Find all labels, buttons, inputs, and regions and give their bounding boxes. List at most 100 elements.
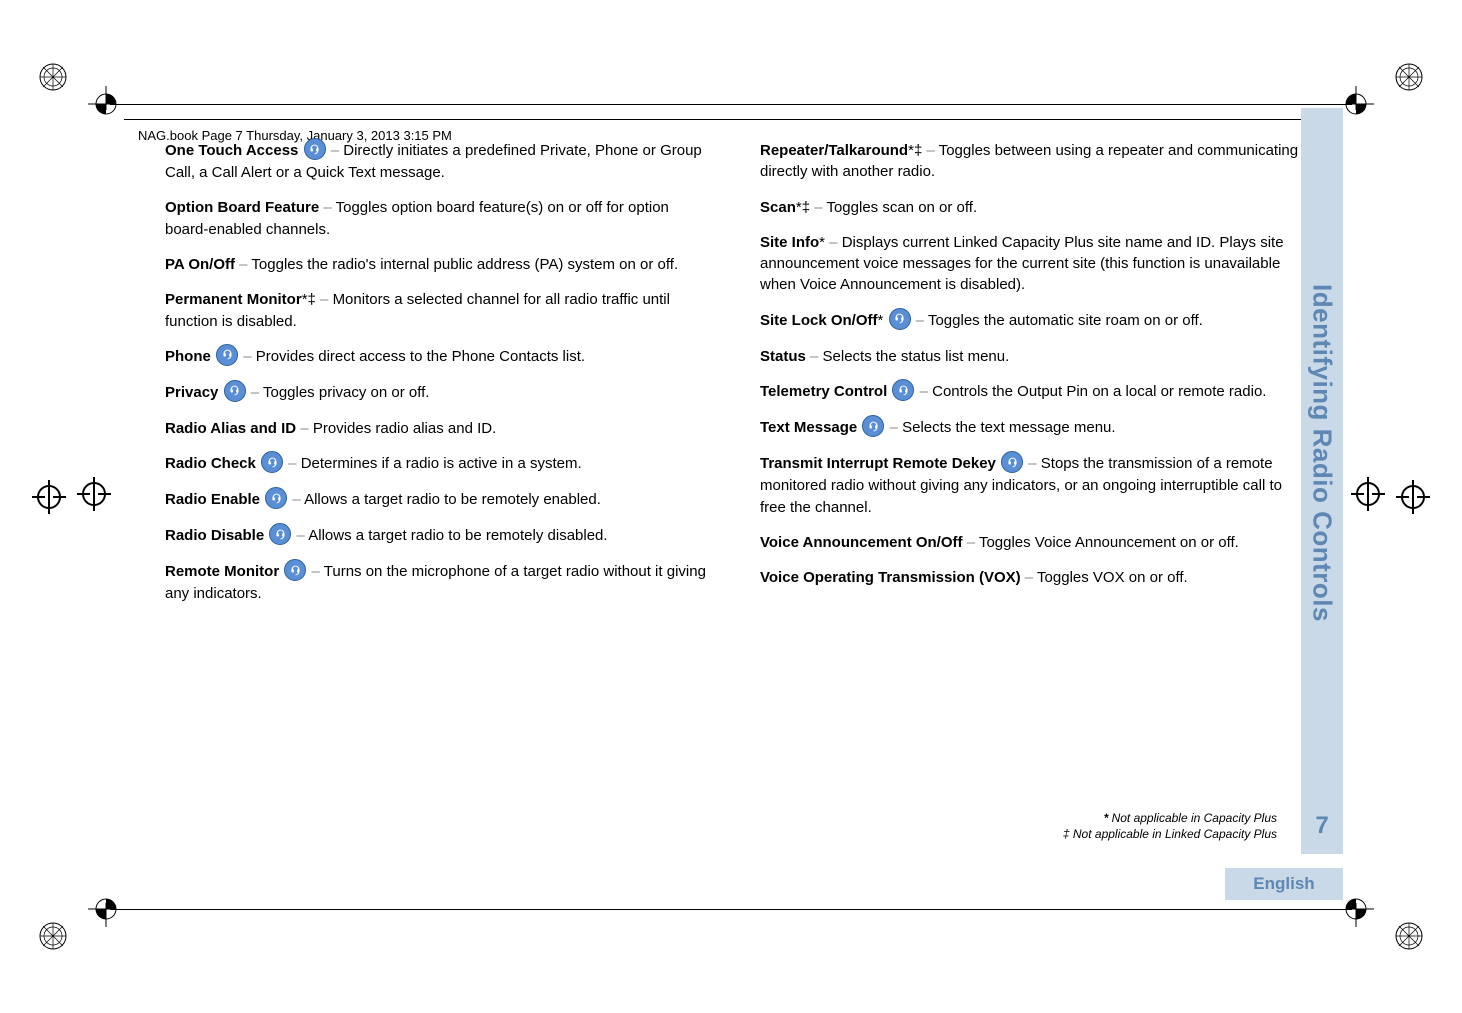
- frame-line: [110, 104, 1352, 105]
- entry-title: One Touch Access: [165, 142, 298, 159]
- right-column: Repeater/Talkaround*‡ – Toggles between …: [760, 140, 1357, 923]
- entry-dash: –: [239, 256, 247, 273]
- entry-dash: –: [243, 348, 251, 365]
- entry-title: Voice Announcement On/Off: [760, 534, 963, 551]
- entry-title: Radio Disable: [165, 527, 264, 544]
- entry-desc: Controls the Output Pin on a local or re…: [932, 383, 1266, 400]
- entry-dash: –: [320, 291, 328, 308]
- headset-icon: [862, 415, 884, 437]
- entry-dash: –: [312, 563, 320, 580]
- definition-entry: Voice Announcement On/Off – Toggles Voic…: [760, 532, 1307, 553]
- entry-title: PA On/Off: [165, 256, 235, 273]
- headset-icon: [304, 138, 326, 160]
- definition-entry: Radio Disable – Allows a target radio to…: [165, 525, 712, 547]
- definition-entry: Permanent Monitor*‡ – Monitors a selecte…: [165, 289, 712, 332]
- definition-entry: PA On/Off – Toggles the radio's internal…: [165, 254, 712, 275]
- entry-dash: –: [1025, 569, 1033, 586]
- headset-icon: [892, 379, 914, 401]
- entry-desc: Toggles Voice Announcement on or off.: [979, 534, 1239, 551]
- print-star-mark: [38, 62, 68, 92]
- definition-entry: One Touch Access – Directly initiates a …: [165, 140, 712, 183]
- entry-desc: Provides radio alias and ID.: [313, 420, 496, 437]
- footnote-star: *: [1104, 811, 1109, 825]
- entry-desc: Toggles scan on or off.: [826, 199, 977, 216]
- entry-title: Telemetry Control: [760, 383, 887, 400]
- print-star-mark: [38, 921, 68, 951]
- headset-icon: [889, 308, 911, 330]
- entry-desc: Selects the status list menu.: [823, 348, 1010, 365]
- entry-title: Permanent Monitor: [165, 291, 302, 308]
- entry-title: Option Board Feature: [165, 199, 319, 216]
- entry-dash: –: [890, 419, 898, 436]
- registration-mark: [1396, 480, 1430, 514]
- entry-dash: –: [331, 142, 339, 159]
- entry-desc: Toggles the automatic site roam on or of…: [928, 312, 1203, 329]
- definition-entry: Option Board Feature – Toggles option bo…: [165, 197, 712, 240]
- definition-entry: Site Info* – Displays current Linked Cap…: [760, 232, 1307, 296]
- registration-mark: [80, 480, 108, 508]
- entry-title: Phone: [165, 348, 211, 365]
- definition-entry: Radio Enable – Allows a target radio to …: [165, 489, 712, 511]
- entry-desc: Determines if a radio is active in a sys…: [301, 455, 582, 472]
- headset-icon: [284, 559, 306, 581]
- entry-title: Radio Enable: [165, 491, 260, 508]
- entry-dash: –: [300, 420, 308, 437]
- definition-entry: Scan*‡ – Toggles scan on or off.: [760, 197, 1307, 218]
- entry-desc: Toggles the radio's internal public addr…: [251, 256, 678, 273]
- entry-title: Radio Alias and ID: [165, 420, 296, 437]
- entry-title: Radio Check: [165, 455, 256, 472]
- definition-entry: Phone – Provides direct access to the Ph…: [165, 346, 712, 368]
- entry-dash: –: [810, 348, 818, 365]
- page-content: One Touch Access – Directly initiates a …: [165, 140, 1357, 923]
- headset-icon: [269, 523, 291, 545]
- entry-dash: –: [926, 142, 934, 159]
- definition-entry: Radio Alias and ID – Provides radio alia…: [165, 418, 712, 439]
- header-rule: [124, 119, 1338, 120]
- headset-icon: [1001, 451, 1023, 473]
- entry-title: Privacy: [165, 384, 218, 401]
- entry-dash: –: [288, 455, 296, 472]
- entry-dash: –: [323, 199, 331, 216]
- entry-title: Remote Monitor: [165, 563, 279, 580]
- entry-dash: –: [251, 384, 259, 401]
- definition-entry: Transmit Interrupt Remote Dekey – Stops …: [760, 453, 1307, 518]
- footnotes: * Not applicable in Capacity Plus ‡ Not …: [1063, 810, 1277, 842]
- page-number: 7: [1301, 798, 1343, 854]
- left-column: One Touch Access – Directly initiates a …: [165, 140, 712, 923]
- entry-dash: –: [297, 527, 305, 544]
- definition-entry: Status – Selects the status list menu.: [760, 346, 1307, 367]
- footnote-2: ‡ Not applicable in Linked Capacity Plus: [1063, 826, 1277, 842]
- side-tab: Identifying Radio Controls: [1301, 108, 1343, 798]
- entry-title: Status: [760, 348, 806, 365]
- section-title: Identifying Radio Controls: [1307, 284, 1338, 622]
- entry-desc: Provides direct access to the Phone Cont…: [256, 348, 585, 365]
- definition-entry: Privacy – Toggles privacy on or off.: [165, 382, 712, 404]
- entry-title: Site Info: [760, 234, 819, 251]
- definition-entry: Repeater/Talkaround*‡ – Toggles between …: [760, 140, 1307, 183]
- footnote-1: Not applicable in Capacity Plus: [1112, 811, 1277, 825]
- definition-entry: Remote Monitor – Turns on the microphone…: [165, 561, 712, 604]
- entry-desc: Allows a target radio to be remotely dis…: [308, 527, 607, 544]
- print-star-mark: [1394, 921, 1424, 951]
- entry-desc: Toggles VOX on or off.: [1037, 569, 1188, 586]
- entry-dash: –: [920, 383, 928, 400]
- entry-dash: –: [829, 234, 837, 251]
- entry-desc: Toggles privacy on or off.: [263, 384, 429, 401]
- registration-mark: [1354, 480, 1382, 508]
- registration-mark: [32, 480, 66, 514]
- entry-title: Scan: [760, 199, 796, 216]
- headset-icon: [265, 487, 287, 509]
- headset-icon: [224, 380, 246, 402]
- entry-dash: –: [292, 491, 300, 508]
- print-star-mark: [1394, 62, 1424, 92]
- entry-desc: Displays current Linked Capacity Plus si…: [760, 234, 1284, 294]
- entry-desc: Selects the text message menu.: [902, 419, 1115, 436]
- entry-title: Repeater/Talkaround: [760, 142, 908, 159]
- entry-title: Voice Operating Transmission (VOX): [760, 569, 1021, 586]
- entry-dash: –: [967, 534, 975, 551]
- crop-mark: [88, 891, 124, 927]
- crop-mark: [1338, 86, 1374, 122]
- entry-title: Site Lock On/Off: [760, 312, 878, 329]
- entry-dash: –: [814, 199, 822, 216]
- entry-title: Transmit Interrupt Remote Dekey: [760, 455, 996, 472]
